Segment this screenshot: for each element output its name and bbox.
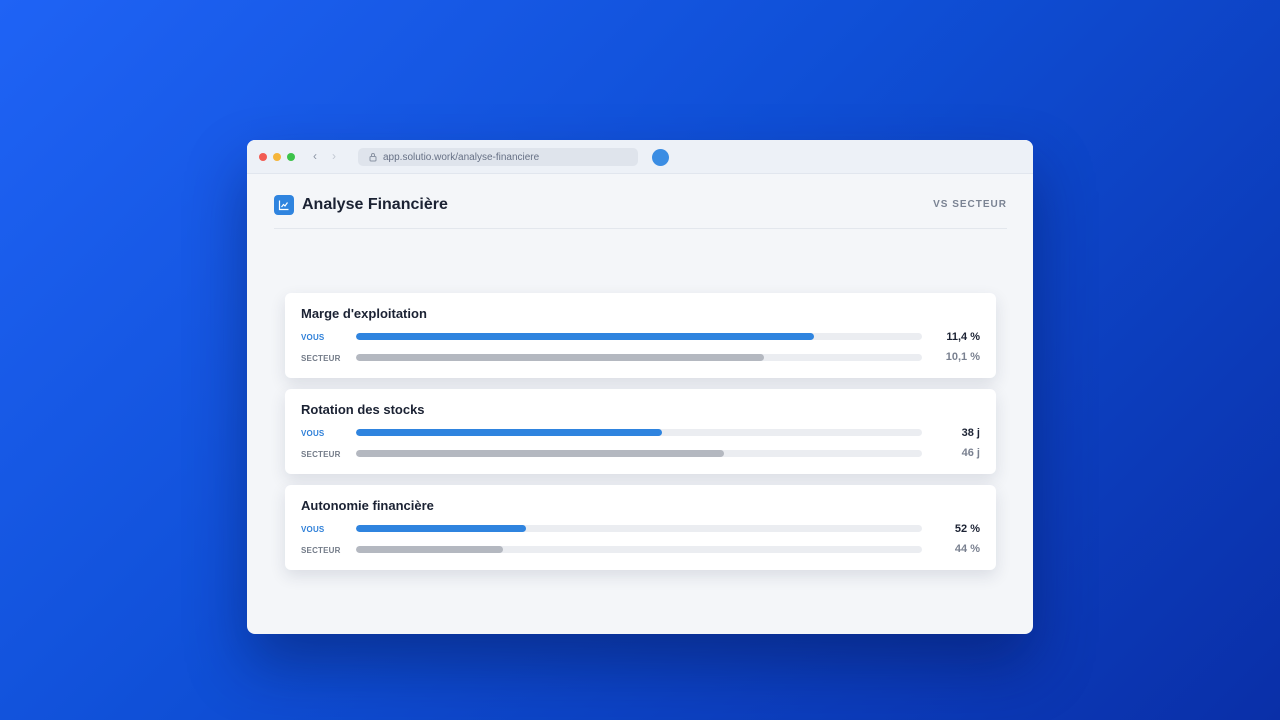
you-value: 11,4 %	[946, 331, 980, 343]
metric-card: Rotation des stocks VOUS 38 j SECTEUR 46 j	[285, 389, 996, 474]
you-label: VOUS	[301, 333, 325, 342]
sector-value: 10,1 %	[945, 351, 980, 363]
metric-title: Marge d'exploitation	[301, 306, 427, 321]
metric-title: Autonomie financière	[301, 498, 434, 513]
you-progress-track	[356, 525, 922, 532]
sector-progress-track	[356, 546, 922, 553]
browser-window: ‹ › app.solutio.work/analyse-financiere …	[247, 140, 1033, 634]
sector-label: SECTEUR	[301, 354, 341, 363]
metric-card: Autonomie financière VOUS 52 % SECTEUR 44 %	[285, 485, 996, 570]
minimize-window-button[interactable]	[273, 153, 281, 161]
you-progress-fill	[356, 333, 815, 340]
page-title: Analyse Financière	[302, 196, 448, 213]
you-label: VOUS	[301, 429, 325, 438]
you-value: 52 %	[954, 523, 980, 535]
sector-label: SECTEUR	[301, 450, 341, 459]
back-arrow-icon[interactable]: ‹	[313, 149, 317, 163]
sector-progress-fill	[356, 450, 724, 457]
sector-value: 46 j	[961, 447, 980, 459]
maximize-window-button[interactable]	[287, 153, 295, 161]
profile-avatar[interactable]	[652, 149, 669, 166]
metric-title: Rotation des stocks	[301, 402, 425, 417]
sector-progress-track	[356, 354, 922, 361]
address-bar[interactable]: app.solutio.work/analyse-financiere	[358, 148, 638, 166]
lock-icon	[369, 153, 377, 162]
you-value: 38 j	[961, 427, 980, 439]
you-progress-track	[356, 333, 922, 340]
sector-progress-track	[356, 450, 922, 457]
page-content: Analyse Financière VS SECTEUR Marge d'ex…	[247, 174, 1033, 634]
url-text: app.solutio.work/analyse-financiere	[383, 151, 540, 163]
sector-value: 44 %	[954, 543, 980, 555]
close-window-button[interactable]	[259, 153, 267, 161]
forward-arrow-icon[interactable]: ›	[332, 149, 336, 163]
vs-sector-link[interactable]: VS SECTEUR	[933, 199, 1007, 211]
metric-card: Marge d'exploitation VOUS 11,4 % SECTEUR 10,…	[285, 293, 996, 378]
sector-progress-fill	[356, 354, 764, 361]
you-progress-fill	[356, 525, 526, 532]
sector-label: SECTEUR	[301, 546, 341, 555]
page-header: Analyse Financière VS SECTEUR	[274, 194, 1007, 229]
browser-titlebar: ‹ › app.solutio.work/analyse-financiere	[247, 140, 1033, 174]
line-chart-icon	[274, 195, 294, 215]
you-label: VOUS	[301, 525, 325, 534]
you-progress-track	[356, 429, 922, 436]
you-progress-fill	[356, 429, 662, 436]
sector-progress-fill	[356, 546, 504, 553]
